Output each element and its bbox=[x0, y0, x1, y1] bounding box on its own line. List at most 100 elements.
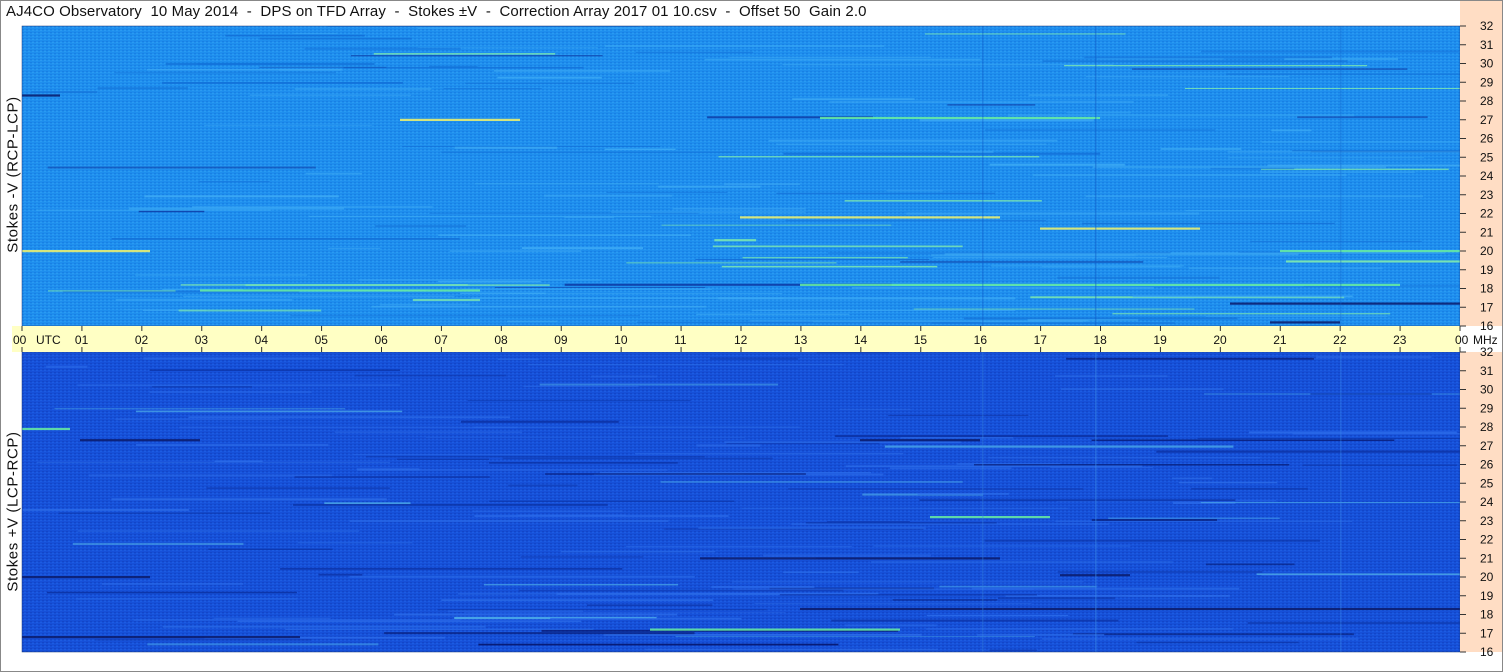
time-tick-label: 15 bbox=[914, 333, 928, 347]
time-tick-label: 08 bbox=[494, 333, 508, 347]
noise-line bbox=[1261, 141, 1460, 143]
bottom-panel-ylabel: Stokes +V (LCP-RCP) bbox=[4, 431, 22, 592]
noise-line bbox=[147, 643, 379, 646]
freq-tick-label: 21 bbox=[1480, 551, 1494, 565]
noise-line bbox=[294, 88, 432, 90]
noise-line bbox=[711, 586, 815, 588]
noise-line bbox=[438, 234, 691, 236]
noise-line bbox=[115, 418, 280, 421]
freq-tick-label: 32 bbox=[1480, 19, 1494, 33]
noise-line bbox=[426, 436, 746, 438]
noise-line bbox=[721, 265, 938, 268]
noise-line bbox=[22, 509, 189, 511]
vertical-artifact bbox=[982, 352, 984, 652]
noise-line bbox=[913, 308, 1195, 310]
noise-line bbox=[550, 617, 742, 620]
noise-line bbox=[441, 599, 714, 601]
noise-line bbox=[831, 619, 1119, 622]
noise-line bbox=[919, 119, 1094, 122]
noise-line bbox=[460, 420, 619, 423]
noise-line bbox=[447, 610, 584, 612]
noise-line bbox=[591, 375, 657, 378]
noise-line bbox=[58, 512, 271, 514]
noise-line bbox=[791, 523, 1110, 525]
noise-line bbox=[149, 369, 401, 371]
noise-line bbox=[661, 224, 892, 226]
time-tick-label: 13 bbox=[794, 333, 808, 347]
noise-line bbox=[89, 474, 333, 477]
noise-line bbox=[724, 441, 961, 443]
noise-line bbox=[658, 185, 761, 188]
noise-line bbox=[709, 357, 798, 360]
time-tick-label: 04 bbox=[255, 333, 269, 347]
freq-tick-label: 25 bbox=[1480, 150, 1494, 164]
noise-line bbox=[539, 383, 779, 386]
noise-line bbox=[213, 617, 331, 620]
noise-line bbox=[304, 47, 461, 50]
noise-line bbox=[473, 426, 800, 428]
noise-line bbox=[518, 589, 844, 592]
interference-band bbox=[22, 636, 300, 639]
noise-line bbox=[785, 219, 1046, 222]
freq-tick-label: 28 bbox=[1480, 420, 1494, 434]
noise-line bbox=[696, 444, 761, 447]
noise-line bbox=[1316, 356, 1432, 359]
noise-line bbox=[606, 191, 728, 193]
noise-line bbox=[604, 148, 676, 150]
noise-line bbox=[297, 541, 413, 544]
freq-tick-label: 25 bbox=[1480, 476, 1494, 490]
interference-band bbox=[860, 439, 980, 442]
vertical-artifact bbox=[1340, 26, 1342, 326]
noise-line bbox=[72, 542, 244, 545]
noise-line bbox=[890, 467, 1012, 470]
freq-tick-label: 27 bbox=[1480, 113, 1494, 127]
noise-line bbox=[732, 581, 1084, 583]
noise-line bbox=[1259, 171, 1415, 173]
noise-line bbox=[900, 261, 1144, 263]
noise-line bbox=[245, 284, 550, 286]
noise-line bbox=[626, 262, 837, 264]
noise-line bbox=[944, 253, 1299, 256]
time-tick-label: 18 bbox=[1094, 333, 1108, 347]
noise-line bbox=[991, 264, 1184, 267]
freq-tick-label: 22 bbox=[1480, 533, 1494, 547]
noise-line bbox=[1112, 313, 1391, 315]
noise-line bbox=[1027, 319, 1139, 321]
freq-tick-label: 18 bbox=[1480, 282, 1494, 296]
noise-line bbox=[1267, 164, 1460, 167]
noise-line bbox=[123, 309, 188, 311]
noise-line bbox=[179, 426, 518, 429]
noise-line bbox=[95, 639, 311, 641]
noise-line bbox=[162, 82, 403, 84]
noise-line bbox=[845, 624, 937, 627]
noise-line bbox=[111, 238, 460, 240]
noise-line bbox=[285, 628, 594, 630]
noise-line bbox=[816, 352, 890, 354]
noise-line bbox=[259, 37, 412, 40]
freq-tick-label: 31 bbox=[1480, 364, 1494, 378]
noise-line bbox=[845, 465, 1143, 467]
noise-line bbox=[1172, 477, 1213, 480]
interference-band bbox=[800, 607, 1460, 611]
freq-tick-label: 19 bbox=[1480, 263, 1494, 277]
noise-line bbox=[198, 181, 270, 183]
freq-tick-label: 30 bbox=[1480, 57, 1494, 71]
noise-line bbox=[917, 492, 1009, 495]
noise-line bbox=[458, 593, 818, 595]
noise-line bbox=[919, 499, 1236, 501]
noise-line bbox=[626, 546, 852, 548]
noise-line bbox=[1042, 638, 1359, 640]
noise-line bbox=[54, 408, 346, 410]
noise-line bbox=[502, 457, 773, 460]
noise-line bbox=[438, 280, 541, 283]
noise-line bbox=[279, 68, 343, 71]
time-tick-label: 00 bbox=[1455, 333, 1469, 347]
noise-line bbox=[698, 526, 926, 529]
time-tick-label: 16 bbox=[974, 333, 988, 347]
spectrogram-figure: 00 01 02 03 04 05 06 07 08 09 10 11 12 13 14 15 16 17 18 19… bbox=[0, 0, 1503, 672]
noise-line bbox=[1188, 267, 1383, 270]
noise-line bbox=[1108, 517, 1280, 519]
noise-line bbox=[328, 247, 381, 249]
noise-line bbox=[1261, 575, 1460, 576]
interference-band bbox=[22, 427, 70, 431]
